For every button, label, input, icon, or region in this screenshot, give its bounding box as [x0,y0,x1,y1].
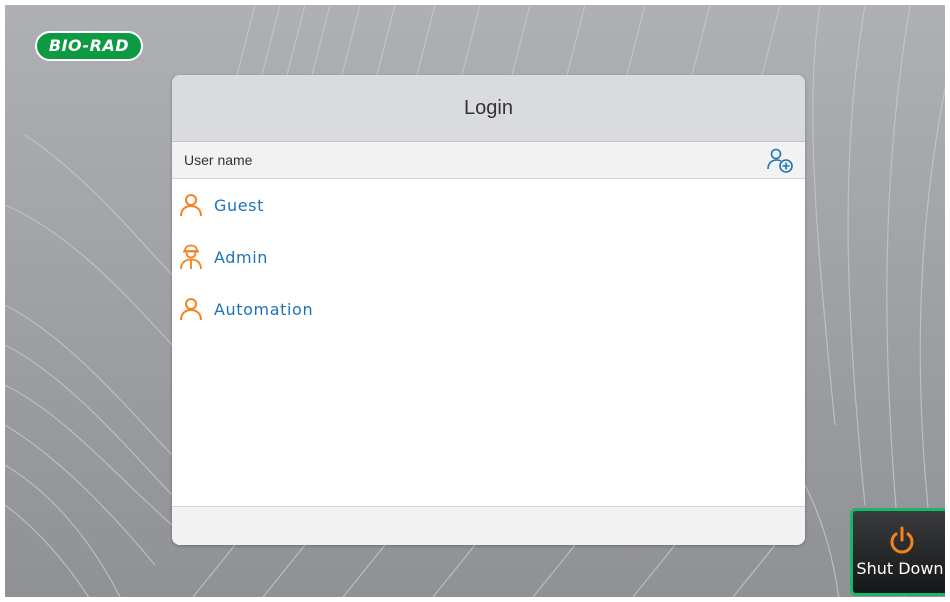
user-list: Guest Admin Automation [172,179,805,507]
shut-down-button[interactable]: Shut Down [850,508,945,596]
column-header-label: User name [184,152,253,168]
power-icon [887,525,917,557]
user-name-label: Automation [214,299,314,319]
user-name-label: Guest [214,195,264,215]
admin-user-icon [178,244,204,270]
dialog-title: Login [172,75,805,142]
user-name-column-header: User name [172,142,805,179]
user-item-guest[interactable]: Guest [172,179,805,231]
add-user-icon[interactable] [765,147,795,175]
user-icon [178,296,204,322]
dialog-footer [172,506,805,545]
user-name-label: Admin [214,247,268,267]
desktop-background: BIO-RAD Login User name Guest Admin Auto… [0,0,950,602]
user-icon [178,192,204,218]
login-dialog: Login User name Guest Admin Automation [172,75,805,545]
user-item-automation[interactable]: Automation [172,283,805,335]
user-item-admin[interactable]: Admin [172,231,805,283]
shut-down-label: Shut Down [856,559,944,578]
bio-rad-logo: BIO-RAD [35,31,143,61]
